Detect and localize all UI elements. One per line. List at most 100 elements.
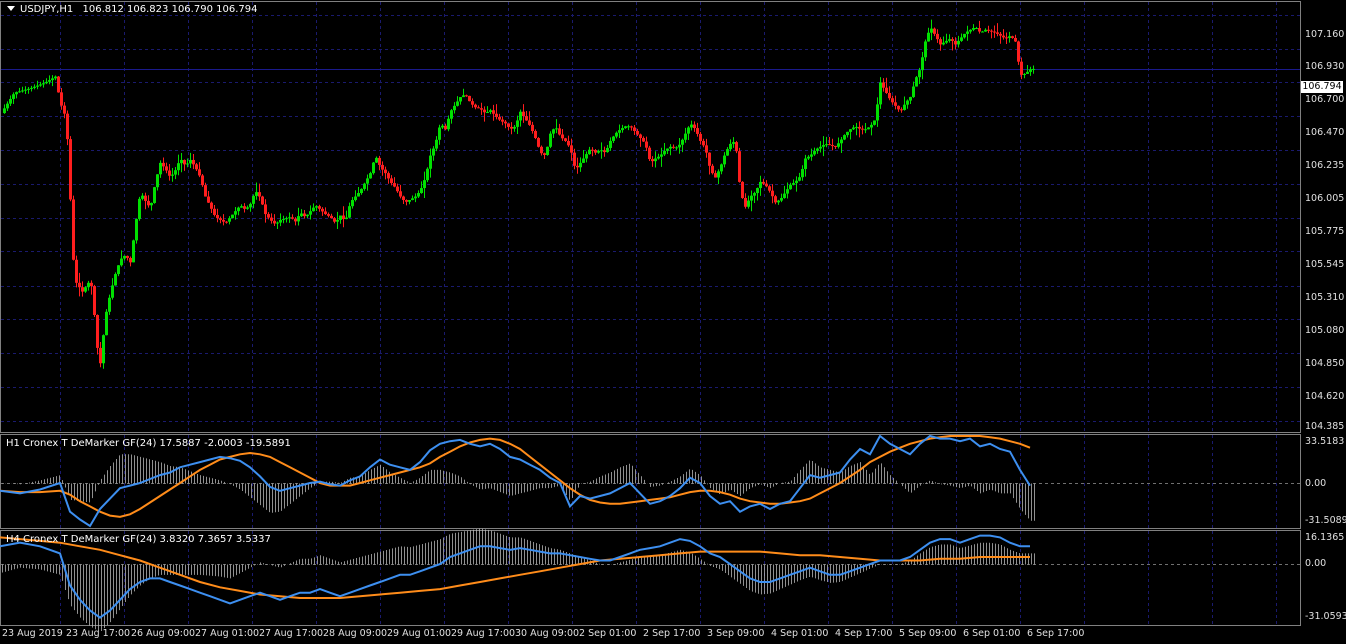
candle-body xyxy=(897,105,900,110)
candle-body xyxy=(846,131,849,136)
main-frame xyxy=(0,1,1301,433)
ohlc-open: 106.812 xyxy=(82,4,124,15)
candle-body xyxy=(210,202,213,209)
candle-body xyxy=(393,183,396,187)
candle-body xyxy=(213,208,216,215)
candle-body xyxy=(21,90,24,92)
candle-body xyxy=(222,219,225,222)
candle-body xyxy=(864,129,867,131)
time-tick: 2 Sep 01:00 xyxy=(579,628,637,639)
candle-body xyxy=(201,175,204,186)
candle-body xyxy=(3,108,6,114)
time-tick: 4 Sep 17:00 xyxy=(835,628,893,639)
candle-body xyxy=(906,100,909,105)
candle-body xyxy=(267,214,270,218)
candle-body xyxy=(681,139,684,145)
indicator1-label[interactable]: H1 Cronex T DeMarker GF(24) 17.5887 -2.0… xyxy=(6,438,291,450)
candle-body xyxy=(993,31,996,33)
price-tick: 104.385 xyxy=(1305,421,1345,432)
candle-body xyxy=(546,146,549,155)
candle-body xyxy=(438,127,441,140)
candle-body xyxy=(927,32,930,42)
candle-body xyxy=(528,120,531,125)
candle-body xyxy=(138,198,141,220)
candle-body xyxy=(69,139,72,200)
candle-body xyxy=(648,147,651,160)
candle-body xyxy=(315,206,318,208)
dropdown-triangle-icon[interactable] xyxy=(7,6,15,11)
time-tick: 3 Sep 09:00 xyxy=(707,628,765,639)
candle-body xyxy=(117,265,120,275)
candle-body xyxy=(489,110,492,112)
candle-body xyxy=(516,120,519,127)
candle-body xyxy=(972,28,975,30)
candle-body xyxy=(204,185,207,197)
candle-body xyxy=(408,200,411,202)
candle-body xyxy=(150,202,153,206)
candle-body xyxy=(603,150,606,153)
candle-body xyxy=(843,135,846,140)
candle-body xyxy=(108,297,111,312)
candle-body xyxy=(249,203,252,208)
candle-body xyxy=(102,335,105,364)
candle-body xyxy=(129,257,132,263)
candle-body xyxy=(426,168,429,181)
candle-body xyxy=(627,126,630,128)
candle-body xyxy=(369,173,372,179)
candle-body xyxy=(258,192,261,197)
candle-body xyxy=(891,98,894,103)
time-tick: 29 Aug 01:00 xyxy=(387,628,452,639)
candle-body xyxy=(321,208,324,212)
candle-body xyxy=(966,31,969,34)
candle-body xyxy=(1017,41,1020,62)
symbol-header[interactable]: USDJPY,H1 106.812 106.823 106.790 106.79… xyxy=(4,4,257,16)
price-tick: 106.005 xyxy=(1305,193,1345,204)
candle-body xyxy=(540,146,543,154)
candle-body xyxy=(570,145,573,153)
candle-body xyxy=(231,214,234,219)
candle-body xyxy=(195,164,198,170)
candle-body xyxy=(894,102,897,106)
candle-body xyxy=(465,95,468,97)
price-tick: 105.775 xyxy=(1305,226,1345,237)
candle-body xyxy=(162,162,165,167)
candle-body xyxy=(735,142,738,152)
indicator2-label[interactable]: H4 Cronex T DeMarker GF(24) 3.8320 7.365… xyxy=(6,534,271,546)
candle-body xyxy=(942,42,945,45)
candle-body xyxy=(720,164,723,172)
candle-body xyxy=(615,132,618,137)
candle-body xyxy=(228,218,231,222)
candle-body xyxy=(582,158,585,163)
candle-body xyxy=(99,347,102,364)
candle-body xyxy=(630,126,633,128)
candle-body xyxy=(954,40,957,45)
candle-body xyxy=(945,40,948,43)
candle-body xyxy=(54,76,57,79)
candle-body xyxy=(765,183,768,187)
candle-body xyxy=(924,41,927,58)
candle-body xyxy=(405,200,408,202)
candle-body xyxy=(597,150,600,153)
candle-body xyxy=(159,162,162,175)
candle-body xyxy=(165,166,168,171)
candle-body xyxy=(642,138,645,142)
ohlc-close: 106.794 xyxy=(216,4,258,15)
candle-body xyxy=(555,128,558,130)
candle-body xyxy=(999,33,1002,36)
candle-body xyxy=(177,163,180,171)
indicator2-tick-zero: 0.00 xyxy=(1305,558,1327,569)
candle-body xyxy=(360,188,363,194)
candle-body xyxy=(219,218,222,220)
candle-body xyxy=(531,124,534,131)
candle-body xyxy=(300,213,303,217)
candle-body xyxy=(180,159,183,164)
candle-body xyxy=(810,154,813,157)
candle-body xyxy=(699,133,702,141)
candle-body xyxy=(15,92,18,95)
candle-body xyxy=(36,85,39,87)
candle-body xyxy=(645,141,648,148)
candle-body xyxy=(384,169,387,174)
candle-body xyxy=(684,133,687,140)
candle-body xyxy=(600,150,603,152)
candle-body xyxy=(330,215,333,219)
